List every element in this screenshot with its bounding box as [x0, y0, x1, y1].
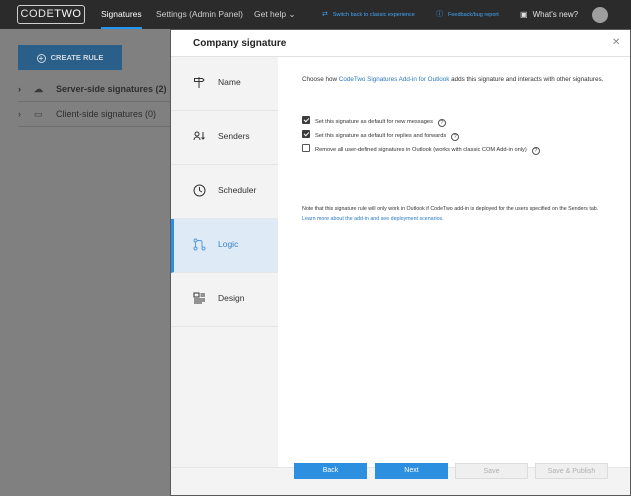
- signpost-icon: [192, 76, 206, 90]
- switch-classic-label: Switch back to classic experience: [332, 12, 415, 18]
- step-label: Senders: [218, 131, 250, 141]
- step-label: Design: [218, 293, 245, 303]
- default-replies-checkbox[interactable]: [302, 130, 310, 138]
- logo-text-code: CODE: [20, 8, 55, 20]
- senders-icon: [192, 130, 206, 144]
- default-new-messages-checkbox[interactable]: [302, 116, 310, 124]
- clock-icon: [192, 184, 206, 198]
- whats-new-label: What's new?: [532, 10, 579, 19]
- save-publish-button[interactable]: Save & Publish: [535, 463, 608, 479]
- top-navigation-bar: CODETWO Signatures Settings (Admin Panel…: [0, 0, 631, 29]
- cloud-icon: ☁: [34, 84, 43, 94]
- chevron-right-icon: ›: [18, 109, 21, 119]
- save-button[interactable]: Save: [455, 463, 528, 479]
- tree-divider: [18, 126, 170, 127]
- tab-settings-admin-panel[interactable]: Settings (Admin Panel): [156, 0, 243, 29]
- intro-text-start: Choose how: [302, 76, 339, 83]
- plus-circle-icon: +: [36, 54, 46, 63]
- monitor-icon: ▭: [34, 109, 43, 119]
- tab-signatures[interactable]: Signatures: [101, 0, 142, 29]
- remove-user-signatures-checkbox[interactable]: [302, 144, 310, 152]
- step-label: Logic: [218, 239, 239, 249]
- tree-item-label: Server-side signatures (2): [56, 84, 167, 94]
- deployment-scenarios-link[interactable]: Learn more about the add-in and see depl…: [302, 216, 444, 222]
- dialog-header: Company signature ✕: [171, 30, 630, 57]
- step-label: Scheduler: [218, 185, 257, 195]
- tree-item-label: Client-side signatures (0): [56, 109, 157, 119]
- intro-text-end: adds this signature and interacts with o…: [449, 76, 604, 83]
- tree-item-server-side[interactable]: › ☁ Server-side signatures (2): [18, 77, 178, 101]
- logic-settings-panel: Choose how CodeTwo Signatures Add-in for…: [278, 57, 630, 467]
- help-icon[interactable]: ?: [531, 147, 540, 155]
- step-design[interactable]: Design: [171, 273, 278, 327]
- step-senders[interactable]: Senders: [171, 111, 278, 165]
- note-text: Note that this signature rule will only …: [302, 206, 599, 212]
- help-icon[interactable]: ?: [437, 119, 446, 127]
- codetwo-logo[interactable]: CODETWO: [17, 5, 85, 24]
- wizard-steps-sidebar: Name Senders Scheduler Logic Design: [171, 57, 278, 467]
- help-icon[interactable]: ?: [451, 133, 460, 141]
- logic-icon: [192, 238, 206, 252]
- gift-icon: ▣: [520, 10, 528, 19]
- option-remove-user-signatures: Remove all user-defined signatures in Ou…: [302, 144, 540, 156]
- tree-item-client-side[interactable]: › ▭ Client-side signatures (0): [18, 102, 178, 126]
- add-in-link[interactable]: CodeTwo Signatures Add-in for Outlook: [339, 76, 450, 83]
- tab-get-help[interactable]: Get help ⌄: [254, 0, 296, 29]
- option-default-replies: Set this signature as default for replie…: [302, 130, 460, 142]
- chevron-right-icon: ›: [18, 84, 21, 94]
- feedback-link[interactable]: ⓘ Feedback/bug report: [436, 0, 499, 29]
- logo-text-two: TWO: [54, 8, 82, 20]
- step-scheduler[interactable]: Scheduler: [171, 165, 278, 219]
- create-rule-button[interactable]: + CREATE RULE: [18, 45, 122, 70]
- option-label: Remove all user-defined signatures in Ou…: [315, 147, 527, 153]
- option-label: Set this signature as default for new me…: [315, 119, 433, 125]
- intro-text: Choose how CodeTwo Signatures Add-in for…: [302, 74, 617, 85]
- close-icon[interactable]: ✕: [612, 38, 620, 48]
- rule-editor-dialog: Company signature ✕ Name Senders Schedul…: [170, 29, 631, 496]
- option-default-new-messages: Set this signature as default for new me…: [302, 116, 446, 128]
- dialog-title: Company signature: [193, 38, 287, 49]
- back-button[interactable]: Back: [294, 463, 367, 479]
- step-label: Name: [218, 77, 241, 87]
- design-icon: [192, 292, 206, 306]
- create-rule-label: CREATE RULE: [50, 53, 104, 62]
- deployment-note: Note that this signature rule will only …: [302, 204, 612, 224]
- switch-classic-link[interactable]: ⇄ Switch back to classic experience: [322, 0, 415, 29]
- next-button[interactable]: Next: [375, 463, 448, 479]
- option-label: Set this signature as default for replie…: [315, 133, 447, 139]
- switch-arrows-icon: ⇄: [322, 11, 328, 18]
- dialog-footer: Back Next Save Save & Publish: [171, 463, 630, 495]
- step-name[interactable]: Name: [171, 57, 278, 111]
- whats-new-button[interactable]: ▣ What's new?: [520, 0, 578, 29]
- feedback-icon: ⓘ: [436, 11, 443, 18]
- step-logic[interactable]: Logic: [171, 219, 278, 273]
- avatar[interactable]: [592, 7, 608, 23]
- feedback-label: Feedback/bug report: [448, 12, 499, 18]
